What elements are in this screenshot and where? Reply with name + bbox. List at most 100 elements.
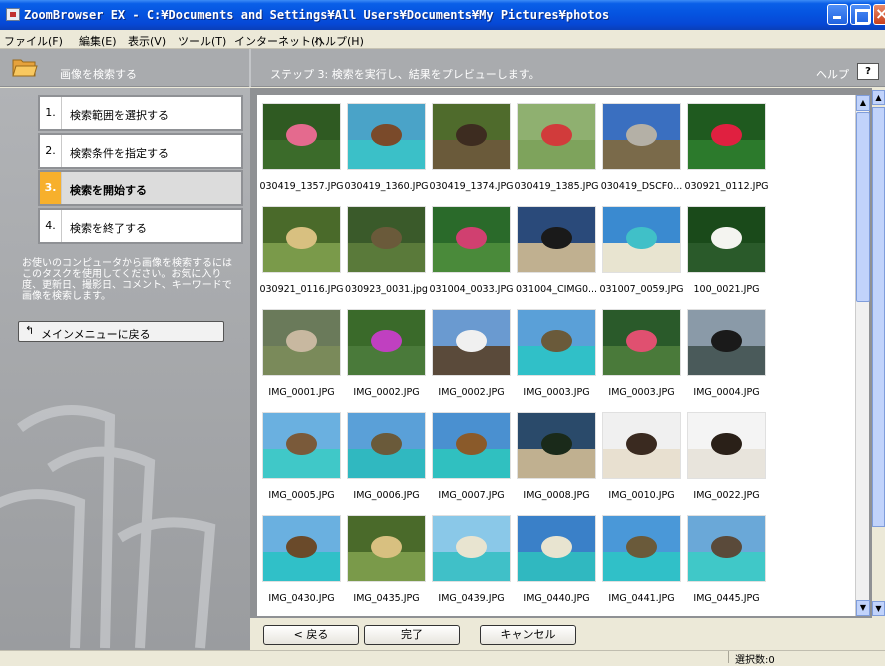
thumbnail-image <box>262 206 341 273</box>
thumbnail-image <box>687 412 766 479</box>
thumbnail-item[interactable]: IMG_0005.JPG <box>259 404 344 507</box>
thumbnail-item[interactable]: IMG_0008.JPG <box>514 404 599 507</box>
window-scroll-down-button[interactable]: ▼ <box>872 601 885 616</box>
scroll-down-button[interactable]: ▼ <box>856 600 870 616</box>
back-to-main-menu-button[interactable]: ↰ メインメニューに戻る <box>18 321 224 342</box>
thumbnail-item[interactable]: 030419_1385.JPG <box>514 95 599 198</box>
thumbnail-filename: IMG_0439.JPG <box>438 593 505 604</box>
thumbnail-item[interactable]: IMG_0022.JPG <box>684 404 769 507</box>
title-bar: ZoomBrowser EX - C:¥Documents and Settin… <box>0 0 885 30</box>
thumbnail-item[interactable]: IMG_0006.JPG <box>344 404 429 507</box>
help-label: ヘルプ <box>816 68 849 81</box>
thumbnail-item[interactable]: 030921_0112.JPG <box>684 95 769 198</box>
thumbnail-filename: IMG_0006.JPG <box>353 490 420 501</box>
minimize-button[interactable] <box>827 4 848 25</box>
thumbnail-image <box>432 412 511 479</box>
thumbnail-image <box>262 309 341 376</box>
finish-button[interactable]: 完了 <box>364 625 460 645</box>
thumbnail-item[interactable]: 031004_CIMG0... <box>514 198 599 301</box>
task-header: 画像を検索する ステップ 3: 検索を実行し、結果をプレビューします。 ヘルプ … <box>0 49 885 87</box>
scroll-thumb[interactable] <box>856 112 870 302</box>
menu-view[interactable]: 表示(V) <box>128 33 166 49</box>
thumbnail-image <box>602 515 681 582</box>
scroll-up-button[interactable]: ▲ <box>856 95 870 111</box>
thumbnail-item[interactable]: 031007_0059.JPG <box>599 198 684 301</box>
step-2-set-conditions[interactable]: 2. 検索条件を指定する <box>38 133 243 169</box>
thumbnail-item[interactable]: 031004_0033.JPG <box>429 198 514 301</box>
thumbnail-image <box>347 412 426 479</box>
thumbnail-image <box>602 103 681 170</box>
thumbnail-item[interactable]: IMG_0435.JPG <box>344 507 429 610</box>
thumbnail-item[interactable]: 030921_0116.JPG <box>259 198 344 301</box>
header-divider <box>249 49 251 87</box>
step-3-start-search[interactable]: 3. 検索を開始する <box>38 170 243 206</box>
thumbnail-item[interactable]: IMG_0441.JPG <box>599 507 684 610</box>
thumbnail-grid[interactable]: 030419_1357.JPG 030419_1360.JPG 030419_137… <box>257 95 855 616</box>
thumbnail-filename: IMG_0001.JPG <box>268 387 335 398</box>
thumbnail-image <box>432 206 511 273</box>
thumbnail-item[interactable]: IMG_0003.JPG <box>599 301 684 404</box>
thumbnail-item[interactable]: IMG_0445.JPG <box>684 507 769 610</box>
thumbnail-filename: 030419_1360.JPG <box>344 181 429 192</box>
thumbnail-image <box>347 103 426 170</box>
step-number: 2. <box>40 135 62 167</box>
thumbnail-item[interactable]: IMG_0004.JPG <box>684 301 769 404</box>
thumbnail-filename: IMG_0430.JPG <box>268 593 335 604</box>
decorative-pages-graphic <box>0 405 216 649</box>
thumbnail-item[interactable]: IMG_0007.JPG <box>429 404 514 507</box>
thumbnail-item[interactable]: IMG_0440.JPG <box>514 507 599 610</box>
thumbnail-item[interactable]: IMG_0002.JPG <box>429 301 514 404</box>
thumbnail-filename: 030419_DSCF0... <box>600 181 683 192</box>
thumbnail-item[interactable]: IMG_0439.JPG <box>429 507 514 610</box>
thumbnail-item[interactable]: 100_0021.JPG <box>684 198 769 301</box>
step-instruction: ステップ 3: 検索を実行し、結果をプレビューします。 <box>270 68 540 81</box>
thumbnail-item[interactable]: IMG_0010.JPG <box>599 404 684 507</box>
menu-edit[interactable]: 編集(E) <box>79 33 117 49</box>
step-number: 4. <box>40 210 62 242</box>
step-4-finish-search[interactable]: 4. 検索を終了する <box>38 208 243 244</box>
cancel-button[interactable]: キャンセル <box>480 625 576 645</box>
maximize-button[interactable] <box>850 4 871 25</box>
window-scroll-up-button[interactable]: ▲ <box>872 90 885 105</box>
help-button[interactable]: ? <box>857 63 879 80</box>
thumbnail-item[interactable]: 030419_1374.JPG <box>429 95 514 198</box>
window-scroll-thumb[interactable] <box>872 107 885 527</box>
thumbnail-image <box>517 206 596 273</box>
thumbnail-filename: 030419_1374.JPG <box>429 181 514 192</box>
thumbnail-filename: IMG_0435.JPG <box>353 593 420 604</box>
thumbnail-scrollbar[interactable]: ▲ ▼ <box>855 95 870 616</box>
section-title: 画像を検索する <box>60 68 137 81</box>
wizard-button-bar: < 戻る 完了 キャンセル <box>250 618 885 650</box>
thumbnail-filename: IMG_0007.JPG <box>438 490 505 501</box>
task-description: お使いのコンピュータから画像を検索するにはこのタスクを使用してください。お気に入… <box>22 258 232 302</box>
return-arrow-icon: ↰ <box>25 324 35 337</box>
thumbnail-filename: 030921_0116.JPG <box>259 284 344 295</box>
thumbnail-image <box>262 412 341 479</box>
thumbnail-filename: 031004_0033.JPG <box>429 284 514 295</box>
thumbnail-item[interactable]: IMG_0430.JPG <box>259 507 344 610</box>
menu-help[interactable]: ヘルプ(H) <box>314 33 364 49</box>
thumbnail-item[interactable]: 030419_1360.JPG <box>344 95 429 198</box>
thumbnail-image <box>602 309 681 376</box>
menu-file[interactable]: ファイル(F) <box>4 33 63 49</box>
step-label: 検索を終了する <box>70 222 147 235</box>
window-title: ZoomBrowser EX - C:¥Documents and Settin… <box>24 8 610 22</box>
thumbnail-item[interactable]: IMG_0001.JPG <box>259 301 344 404</box>
thumbnail-filename: IMG_0003.JPG <box>523 387 590 398</box>
thumbnail-item[interactable]: IMG_0003.JPG <box>514 301 599 404</box>
thumbnail-image <box>347 309 426 376</box>
step-1-select-range[interactable]: 1. 検索範囲を選択する <box>38 95 243 131</box>
window-scrollbar[interactable]: ▲ ▼ <box>872 88 885 618</box>
thumbnail-item[interactable]: 030419_DSCF0... <box>599 95 684 198</box>
thumbnail-item[interactable]: 030923_0031.jpg <box>344 198 429 301</box>
menu-internet[interactable]: インターネット(I) <box>234 33 323 49</box>
back-button[interactable]: < 戻る <box>263 625 359 645</box>
menu-tools[interactable]: ツール(T) <box>178 33 226 49</box>
thumbnail-item[interactable]: IMG_0002.JPG <box>344 301 429 404</box>
thumbnail-filename: IMG_0440.JPG <box>523 593 590 604</box>
app-icon[interactable] <box>6 8 20 21</box>
close-button[interactable] <box>873 4 885 25</box>
thumbnail-item[interactable]: 030419_1357.JPG <box>259 95 344 198</box>
thumbnail-image <box>602 206 681 273</box>
thumbnail-image <box>517 515 596 582</box>
